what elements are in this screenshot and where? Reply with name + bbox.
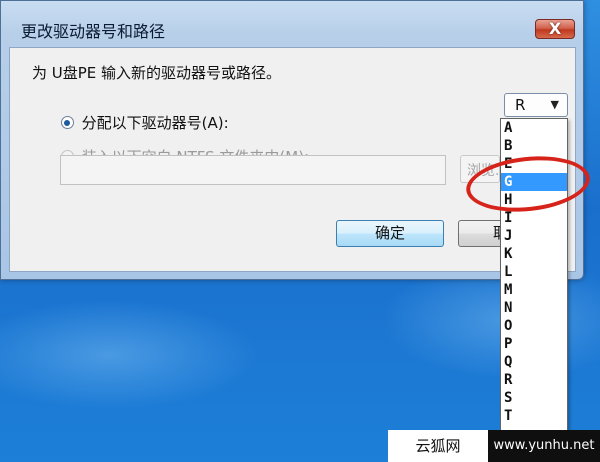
dropdown-option-b[interactable]: B xyxy=(501,137,567,155)
dropdown-option-j[interactable]: J xyxy=(501,227,567,245)
chevron-down-icon: ▼ xyxy=(550,98,559,111)
window-title: 更改驱动器号和路径 xyxy=(21,22,166,41)
close-button[interactable]: X xyxy=(535,19,575,39)
dropdown-option-l[interactable]: L xyxy=(501,263,567,281)
desktop-glow xyxy=(0,300,260,410)
dialog-content: 为 U盘PE 输入新的驱动器号或路径。 分配以下驱动器号(A): R ▼ 装入以… xyxy=(9,47,576,272)
dropdown-option-r[interactable]: R xyxy=(501,371,567,389)
ok-button[interactable]: 确定 xyxy=(336,220,444,247)
drive-letter-value: R xyxy=(515,96,526,114)
dropdown-option-a[interactable]: A xyxy=(501,119,567,137)
dropdown-option-q[interactable]: Q xyxy=(501,353,567,371)
watermark-site-url: www.yunhu.net xyxy=(488,430,600,462)
dropdown-option-k[interactable]: K xyxy=(501,245,567,263)
dropdown-option-i[interactable]: I xyxy=(501,209,567,227)
close-icon: X xyxy=(548,19,562,38)
dropdown-option-s[interactable]: S xyxy=(501,389,567,407)
watermark-site-name: 云狐网 xyxy=(388,430,488,462)
dialog-prompt: 为 U盘PE 输入新的驱动器号或路径。 xyxy=(32,64,282,82)
dropdown-option-p[interactable]: P xyxy=(501,335,567,353)
dropdown-option-n[interactable]: N xyxy=(501,299,567,317)
change-drive-letter-dialog: 更改驱动器号和路径 X 为 U盘PE 输入新的驱动器号或路径。 分配以下驱动器号… xyxy=(0,0,584,280)
dropdown-option-o[interactable]: O xyxy=(501,317,567,335)
dropdown-option-m[interactable]: M xyxy=(501,281,567,299)
folder-path-input xyxy=(60,155,446,185)
dropdown-option-t[interactable]: T xyxy=(501,407,567,425)
drive-letter-select[interactable]: R ▼ xyxy=(504,93,568,117)
